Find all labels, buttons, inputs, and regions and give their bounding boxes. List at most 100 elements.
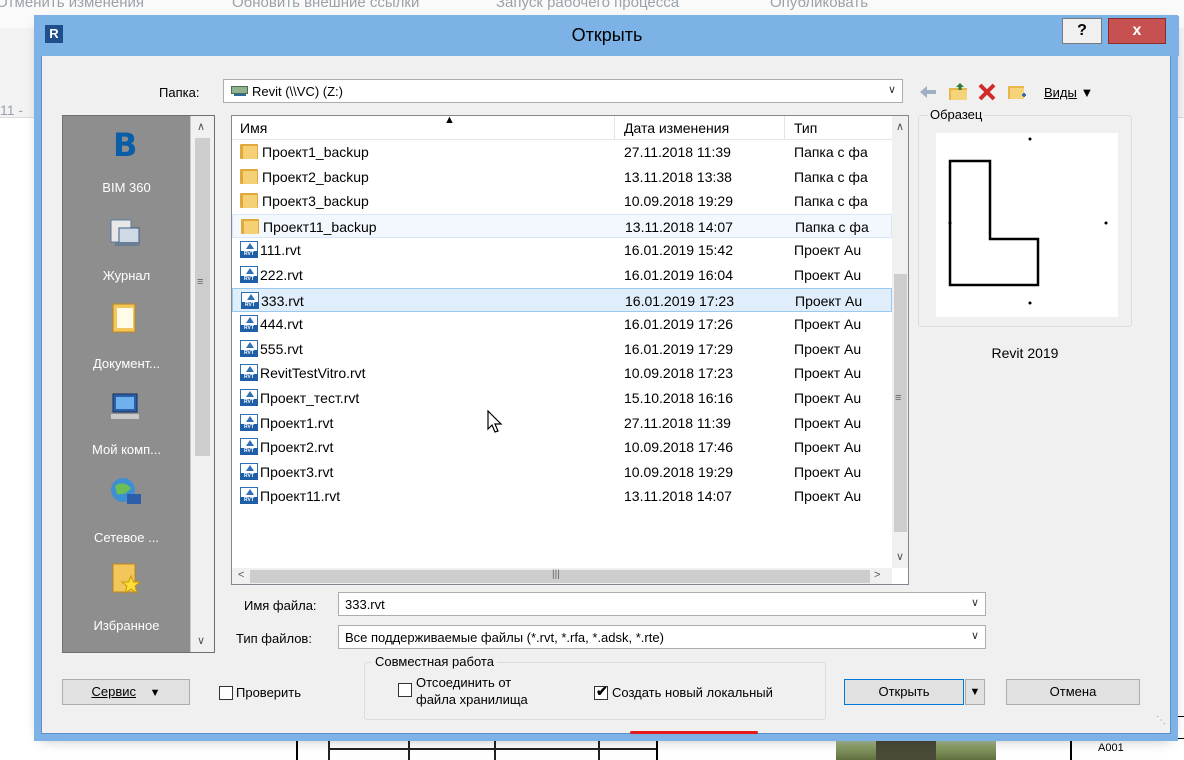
file-name: 444.rvt bbox=[260, 316, 303, 333]
file-row[interactable]: RVT 222.rvt 16.01.2019 16:04 Проект Au bbox=[232, 263, 892, 287]
collaboration-label: Совместная работа bbox=[372, 654, 497, 669]
column-type[interactable]: Тип bbox=[794, 120, 817, 136]
place-history[interactable]: Журнал bbox=[63, 214, 190, 292]
dialog-titlebar[interactable]: R Открыть ? x bbox=[35, 16, 1179, 56]
file-list[interactable]: ▲ Имя Дата изменения Тип Проект1_backup 2… bbox=[231, 115, 909, 585]
scroll-thumb[interactable] bbox=[195, 138, 210, 456]
rvt-file-icon: RVT bbox=[240, 315, 258, 333]
folder-combo[interactable]: Revit (\\VC) (Z:) ∨ bbox=[223, 79, 903, 103]
detach-label-line2[interactable]: файла хранилища bbox=[416, 692, 528, 707]
chevron-down-icon: ∨ bbox=[970, 597, 979, 609]
bg-sheet-number: A001 bbox=[1098, 742, 1124, 754]
file-row[interactable]: RVT 111.rvt 16.01.2019 15:42 Проект Au bbox=[232, 238, 892, 262]
filetype-combo[interactable]: Все поддерживаемые файлы (*.rvt, *.rfa, … bbox=[338, 625, 986, 649]
place-bim360[interactable]: B BIM 360 bbox=[63, 126, 190, 204]
scroll-up-icon[interactable]: ∧ bbox=[197, 120, 205, 133]
file-name: Проект1.rvt bbox=[260, 414, 334, 431]
file-type: Папка с фа bbox=[794, 193, 868, 210]
scroll-left-icon[interactable]: < bbox=[238, 569, 244, 581]
file-type: Проект Au bbox=[794, 340, 862, 357]
create-local-checkbox[interactable]: ✔ bbox=[594, 683, 608, 700]
scroll-right-icon[interactable]: > bbox=[874, 569, 880, 581]
close-button[interactable]: x bbox=[1108, 18, 1166, 44]
filename-label: Имя файла: bbox=[244, 598, 317, 613]
file-type: Проект Au bbox=[794, 439, 862, 456]
back-arrow-icon[interactable] bbox=[918, 82, 938, 102]
place-documents[interactable]: Документ... bbox=[63, 300, 190, 378]
file-type: Проект Au bbox=[794, 365, 862, 382]
file-row[interactable]: Проект1_backup 27.11.2018 11:39 Папка с фа bbox=[232, 140, 892, 164]
file-list-vscroll[interactable]: ∧ ≡ ∨ bbox=[892, 116, 908, 568]
help-button[interactable]: ? bbox=[1062, 18, 1102, 44]
file-name: Проект2.rvt bbox=[260, 439, 334, 456]
file-date: 27.11.2018 11:39 bbox=[624, 414, 731, 431]
place-network[interactable]: Сетевое ... bbox=[63, 474, 190, 552]
open-options-dropdown[interactable]: ▼ bbox=[965, 679, 985, 705]
file-type: Папка с фа bbox=[794, 168, 868, 185]
views-menu[interactable]: Виды ▼ bbox=[1044, 85, 1093, 100]
new-folder-icon[interactable] bbox=[1007, 82, 1027, 102]
resize-grip-icon[interactable]: ⋱ bbox=[1156, 715, 1166, 726]
file-type: Проект Au bbox=[794, 316, 862, 333]
scroll-up-icon[interactable]: ∧ bbox=[896, 120, 904, 133]
audit-label[interactable]: Проверить bbox=[236, 685, 301, 700]
network-drive-icon bbox=[230, 85, 250, 97]
place-label: BIM 360 bbox=[102, 180, 151, 195]
preview-version: Revit 2019 bbox=[991, 345, 1059, 361]
dialog-title: Открыть bbox=[571, 25, 643, 45]
file-name: Проект3.rvt bbox=[260, 463, 334, 480]
cancel-button[interactable]: Отмена bbox=[1006, 679, 1140, 705]
file-row[interactable]: RVT RevitTestVitro.rvt 10.09.2018 17:23 Про… bbox=[232, 361, 892, 385]
file-row[interactable]: RVT Проект3.rvt 10.09.2018 19:29 Проект Au bbox=[232, 460, 892, 484]
file-type: Проект Au bbox=[794, 488, 862, 505]
file-date: 16.01.2019 17:23 bbox=[625, 292, 734, 309]
folder-icon bbox=[240, 144, 258, 159]
detach-label-line1[interactable]: Отсоединить от bbox=[416, 675, 511, 690]
scroll-thumb[interactable] bbox=[250, 570, 870, 583]
filename-combo[interactable]: 333.rvt ∨ bbox=[338, 592, 986, 616]
place-my-computer[interactable]: Мой комп... bbox=[63, 388, 190, 466]
file-list-hscroll[interactable]: < ||| > bbox=[232, 568, 892, 584]
open-button[interactable]: Открыть bbox=[844, 679, 964, 705]
file-row[interactable]: Проект11_backup 13.11.2018 14:07 Папка с ф… bbox=[232, 213, 892, 238]
dropdown-arrow-icon: ▼ bbox=[969, 686, 981, 698]
preview-label: Образец bbox=[928, 107, 985, 122]
service-button[interactable]: Сервис ▼ bbox=[62, 679, 190, 705]
bg-side-label: 11 - bbox=[0, 102, 24, 118]
file-row[interactable]: RVT 555.rvt 16.01.2019 17:29 Проект Au bbox=[232, 337, 892, 361]
filename-value: 333.rvt bbox=[345, 597, 385, 612]
scroll-down-icon[interactable]: ∨ bbox=[896, 550, 904, 563]
file-row[interactable]: RVT Проект_тест.rvt 15.10.2018 16:16 Проект… bbox=[232, 386, 892, 410]
file-date: 10.09.2018 17:23 bbox=[624, 365, 733, 382]
file-name: 111.rvt bbox=[260, 242, 301, 259]
file-name: RevitTestVitro.rvt bbox=[260, 365, 366, 382]
audit-checkbox[interactable] bbox=[219, 686, 233, 700]
folder-icon bbox=[240, 193, 258, 209]
rvt-file-icon: RVT bbox=[240, 364, 258, 382]
documents-icon bbox=[112, 303, 136, 333]
detach-checkbox[interactable] bbox=[398, 683, 412, 697]
column-name[interactable]: Имя bbox=[240, 120, 267, 136]
chevron-down-icon: ∨ bbox=[970, 630, 979, 642]
column-date[interactable]: Дата изменения bbox=[624, 120, 729, 136]
file-type: Проект Au bbox=[794, 463, 862, 480]
file-row[interactable]: RVT 333.rvt 16.01.2019 17:23 Проект Au bbox=[232, 287, 892, 312]
delete-icon[interactable] bbox=[977, 82, 997, 102]
file-row[interactable]: RVT 444.rvt 16.01.2019 17:26 Проект Au bbox=[232, 312, 892, 336]
file-row[interactable]: RVT Проект2.rvt 10.09.2018 17:46 Проект Au bbox=[232, 435, 892, 459]
mouse-cursor-icon bbox=[487, 410, 503, 433]
scroll-down-icon[interactable]: ∨ bbox=[197, 634, 205, 647]
create-local-label[interactable]: Создать новый локальный bbox=[612, 685, 773, 700]
file-date: 13.11.2018 13:38 bbox=[624, 168, 732, 185]
place-label: Мой комп... bbox=[92, 442, 161, 457]
up-folder-icon[interactable] bbox=[948, 82, 968, 102]
place-favorites[interactable]: Избранное bbox=[63, 560, 190, 638]
file-name: Проект1_backup bbox=[262, 144, 369, 160]
file-row[interactable]: RVT Проект11.rvt 13.11.2018 14:07 Проект Au bbox=[232, 484, 892, 508]
file-row[interactable]: Проект2_backup 13.11.2018 13:38 Папка с фа bbox=[232, 165, 892, 189]
places-scrollbar[interactable]: ∧ ≡ ∨ bbox=[190, 116, 214, 652]
file-date: 16.01.2019 16:04 bbox=[624, 267, 733, 283]
folder-label: Папка: bbox=[159, 85, 200, 100]
file-row[interactable]: RVT Проект1.rvt 27.11.2018 11:39 Проект Au bbox=[232, 411, 892, 435]
file-row[interactable]: Проект3_backup 10.09.2018 19:29 Папка с фа bbox=[232, 189, 892, 213]
